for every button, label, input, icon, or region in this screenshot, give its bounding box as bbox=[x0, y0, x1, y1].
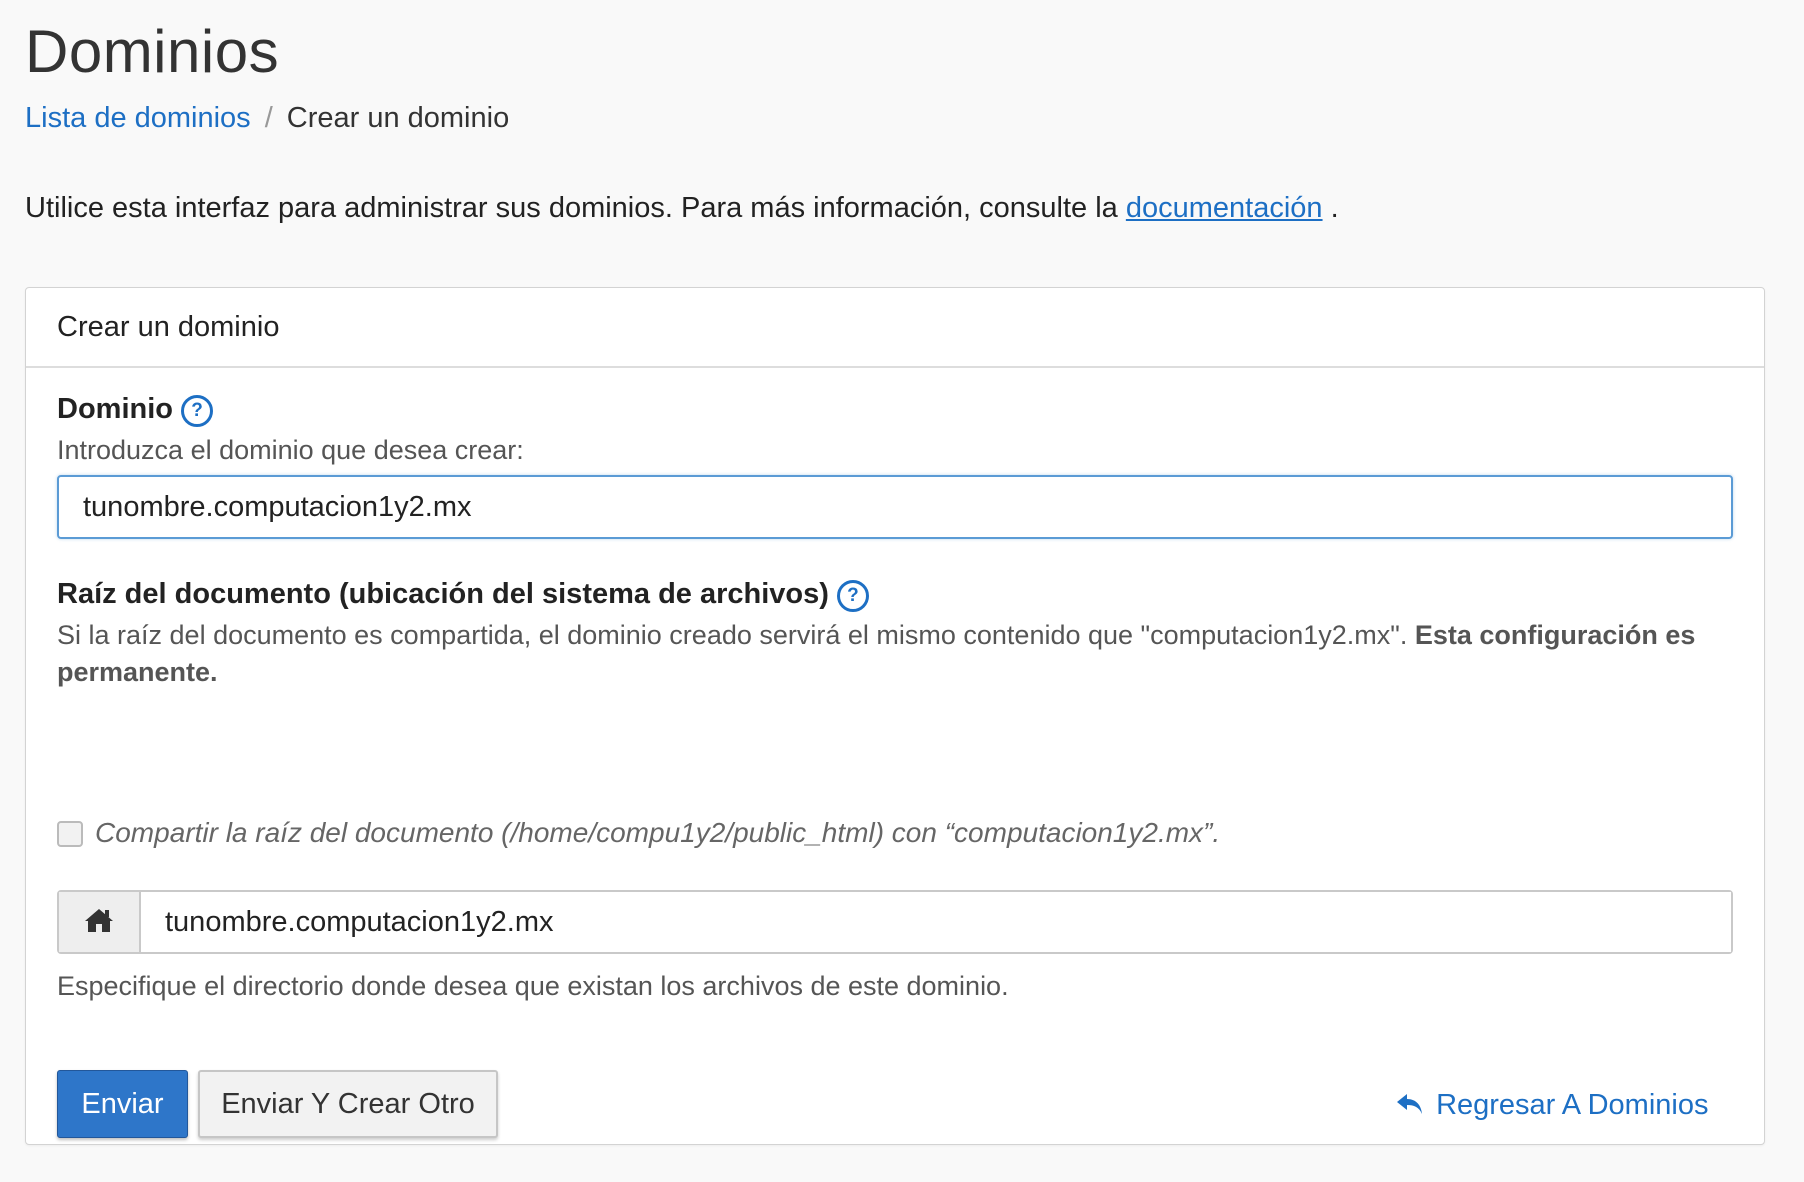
reply-arrow-icon bbox=[1396, 1089, 1436, 1121]
question-circle-icon[interactable]: ? bbox=[181, 395, 213, 427]
docroot-description-plain: Si la raíz del documento es compartida, … bbox=[57, 620, 1415, 650]
page-title: Dominios bbox=[25, 18, 280, 85]
breadcrumb: Lista de dominios / Crear un dominio bbox=[25, 100, 509, 136]
docroot-label: Raíz del documento (ubicación del sistem… bbox=[57, 576, 869, 612]
breadcrumb-separator: / bbox=[264, 102, 273, 134]
submit-and-create-another-button[interactable]: Enviar Y Crear Otro bbox=[198, 1070, 498, 1138]
docroot-description: Si la raíz del documento es compartida, … bbox=[57, 617, 1733, 691]
home-icon bbox=[84, 907, 114, 938]
docroot-hint: Especifique el directorio donde desea qu… bbox=[57, 971, 1009, 1001]
panel-heading: Crear un dominio bbox=[26, 288, 1764, 368]
breadcrumb-current: Crear un dominio bbox=[286, 102, 510, 134]
question-circle-icon[interactable]: ? bbox=[836, 580, 869, 612]
back-to-domains-link[interactable]: Regresar A Dominios bbox=[1396, 1087, 1708, 1123]
domain-input[interactable] bbox=[57, 475, 1733, 539]
domain-label-text: Dominio bbox=[57, 393, 173, 425]
create-domain-panel: Crear un dominio Dominio? Introduzca el … bbox=[25, 287, 1765, 1145]
share-docroot-checkbox[interactable] bbox=[57, 821, 83, 847]
intro-text: Utilice esta interfaz para administrar s… bbox=[25, 190, 1339, 226]
share-docroot-row: Compartir la raíz del documento (/home/c… bbox=[57, 815, 1220, 851]
back-to-domains-label: Regresar A Dominios bbox=[1436, 1089, 1709, 1121]
intro-text-before: Utilice esta interfaz para administrar s… bbox=[25, 192, 1126, 224]
breadcrumb-domain-list-link[interactable]: Lista de dominios bbox=[25, 102, 251, 134]
domain-label: Dominio? bbox=[57, 391, 213, 427]
submit-button[interactable]: Enviar bbox=[57, 1070, 188, 1138]
docroot-label-text: Raíz del documento (ubicación del sistem… bbox=[57, 578, 829, 610]
documentation-link[interactable]: documentación bbox=[1126, 192, 1323, 224]
docroot-input-group bbox=[57, 890, 1733, 954]
domain-description: Introduzca el dominio que desea crear: bbox=[57, 435, 524, 465]
panel-body: Dominio? Introduzca el dominio que desea… bbox=[26, 368, 1764, 1144]
share-docroot-label: Compartir la raíz del documento (/home/c… bbox=[95, 817, 1221, 848]
intro-text-after: . bbox=[1322, 192, 1339, 224]
docroot-addon bbox=[59, 892, 141, 952]
docroot-input[interactable] bbox=[141, 892, 1731, 952]
